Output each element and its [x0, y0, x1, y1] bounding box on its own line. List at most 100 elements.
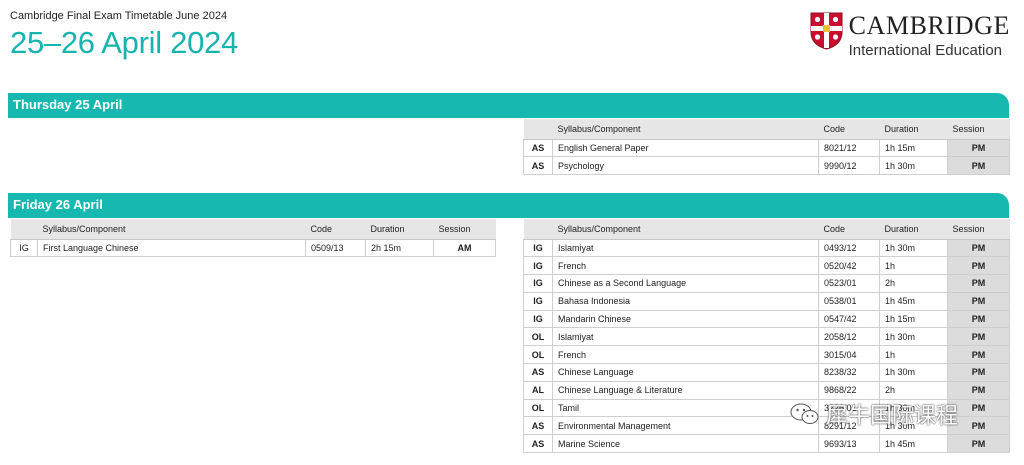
table-row: IG Bahasa Indonesia 0538/01 1h 45m PM	[523, 291, 1010, 311]
level-column-header	[523, 119, 553, 140]
code-column-header: Code	[818, 119, 880, 140]
code-column-header: Code	[818, 219, 880, 240]
duration-cell: 1h 15m	[879, 138, 948, 158]
duration-cell: 1h 45m	[879, 291, 948, 311]
code-cell: 0523/01	[818, 274, 880, 293]
level-column-header	[523, 219, 553, 240]
code-cell: 0538/01	[818, 291, 880, 311]
code-cell: 9693/13	[818, 434, 880, 454]
syllabus-cell: Islamiyat	[552, 238, 819, 258]
friday-morning-timetable: Syllabus/Component Code Duration Session…	[10, 219, 496, 258]
level-cell: AS	[523, 434, 553, 454]
code-cell: 9868/22	[818, 380, 880, 400]
level-cell: AL	[523, 380, 553, 400]
level-column-header	[10, 219, 38, 240]
table-row: IG Mandarin Chinese 0547/42 1h 15m PM	[523, 309, 1010, 329]
level-cell: AS	[523, 416, 553, 436]
syllabus-column-header: Syllabus/Component	[552, 119, 819, 140]
syllabus-cell: Chinese Language	[552, 363, 819, 382]
duration-column-header: Duration	[879, 219, 948, 240]
level-cell: AS	[523, 138, 553, 158]
code-cell: 3015/04	[818, 345, 880, 365]
session-column-header: Session	[947, 219, 1010, 240]
code-cell: 0509/13	[305, 238, 366, 258]
syllabus-cell: French	[552, 345, 819, 365]
session-cell: PM	[947, 309, 1010, 329]
session-cell: PM	[947, 327, 1010, 347]
level-cell: IG	[10, 238, 38, 258]
syllabus-cell: Islamiyat	[552, 327, 819, 347]
level-cell: IG	[523, 291, 553, 311]
level-cell: OL	[523, 398, 553, 418]
syllabus-column-header: Syllabus/Component	[552, 219, 819, 240]
level-cell: IG	[523, 274, 553, 293]
syllabus-column-header: Syllabus/Component	[37, 219, 306, 240]
duration-cell: 1h 15m	[879, 309, 948, 329]
session-column-header: Session	[433, 219, 496, 240]
page-title: 25–26 April 2024	[10, 25, 238, 60]
session-cell: PM	[947, 380, 1010, 400]
code-cell: 9990/12	[818, 156, 880, 176]
duration-cell: 1h	[879, 345, 948, 365]
syllabus-cell: Psychology	[552, 156, 819, 176]
session-cell: PM	[947, 274, 1010, 293]
duration-cell: 2h	[879, 274, 948, 293]
code-cell: 8238/32	[818, 363, 880, 382]
session-cell: PM	[947, 291, 1010, 311]
table-row: AS Marine Science 9693/13 1h 45m PM	[523, 434, 1010, 454]
syllabus-cell: Bahasa Indonesia	[552, 291, 819, 311]
session-cell: PM	[947, 256, 1010, 276]
code-cell: 0547/42	[818, 309, 880, 329]
cambridge-logo: CAMBRIDGE International Education	[810, 12, 1010, 60]
logo-subtitle: International Education	[848, 42, 1003, 59]
day-bar-thursday: Thursday 25 April	[8, 93, 1009, 118]
level-cell: OL	[523, 345, 553, 365]
syllabus-cell: Marine Science	[552, 434, 819, 454]
syllabus-cell: Environmental Management	[552, 416, 819, 436]
syllabus-cell: English General Paper	[552, 138, 819, 158]
logo-name: CAMBRIDGE	[848, 11, 1010, 40]
duration-cell: 2h 15m	[365, 238, 434, 258]
table-row: AS Psychology 9990/12 1h 30m PM	[523, 156, 1010, 176]
thursday-timetable: Syllabus/Component Code Duration Session…	[523, 119, 1010, 176]
table-header-row: Syllabus/Component Code Duration Session	[523, 219, 1010, 240]
watermark: 犀牛国际课程	[790, 398, 958, 430]
syllabus-cell: Chinese Language & Literature	[552, 380, 819, 400]
session-cell: PM	[947, 238, 1010, 258]
session-cell: PM	[947, 156, 1010, 176]
duration-cell: 1h 30m	[879, 327, 948, 347]
session-cell: PM	[947, 434, 1010, 454]
duration-cell: 1h	[879, 256, 948, 276]
duration-cell: 1h 45m	[879, 434, 948, 454]
level-cell: IG	[523, 256, 553, 276]
wechat-icon	[790, 403, 819, 424]
level-cell: AS	[523, 363, 553, 382]
duration-column-header: Duration	[365, 219, 434, 240]
table-row: IG French 0520/42 1h PM	[523, 256, 1010, 276]
table-row: IG Islamiyat 0493/12 1h 30m PM	[523, 238, 1010, 258]
syllabus-cell: Chinese as a Second Language	[552, 274, 819, 293]
level-cell: IG	[523, 309, 553, 329]
table-row: IG Chinese as a Second Language 0523/01 2h P…	[523, 274, 1010, 293]
table-row: OL Islamiyat 2058/12 1h 30m PM	[523, 327, 1010, 347]
code-cell: 8021/12	[818, 138, 880, 158]
level-cell: AS	[523, 156, 553, 176]
session-cell: AM	[433, 238, 496, 258]
syllabus-cell: Mandarin Chinese	[552, 309, 819, 329]
table-header-row: Syllabus/Component Code Duration Session	[523, 119, 1010, 140]
document-header: Cambridge Final Exam Timetable June 2024…	[10, 10, 238, 61]
level-cell: OL	[523, 327, 553, 347]
code-cell: 0520/42	[818, 256, 880, 276]
session-column-header: Session	[947, 119, 1010, 140]
syllabus-cell: French	[552, 256, 819, 276]
duration-column-header: Duration	[879, 119, 948, 140]
table-header-row: Syllabus/Component Code Duration Session	[10, 219, 496, 240]
table-row: AL Chinese Language & Literature 9868/22 2h…	[523, 380, 1010, 400]
table-row: AS Chinese Language 8238/32 1h 30m PM	[523, 363, 1010, 382]
duration-cell: 1h 30m	[879, 363, 948, 382]
timetable-subtitle: Cambridge Final Exam Timetable June 2024	[10, 10, 228, 22]
level-cell: IG	[523, 238, 553, 258]
duration-cell: 1h 30m	[879, 238, 948, 258]
session-cell: PM	[947, 138, 1010, 158]
session-cell: PM	[947, 363, 1010, 382]
